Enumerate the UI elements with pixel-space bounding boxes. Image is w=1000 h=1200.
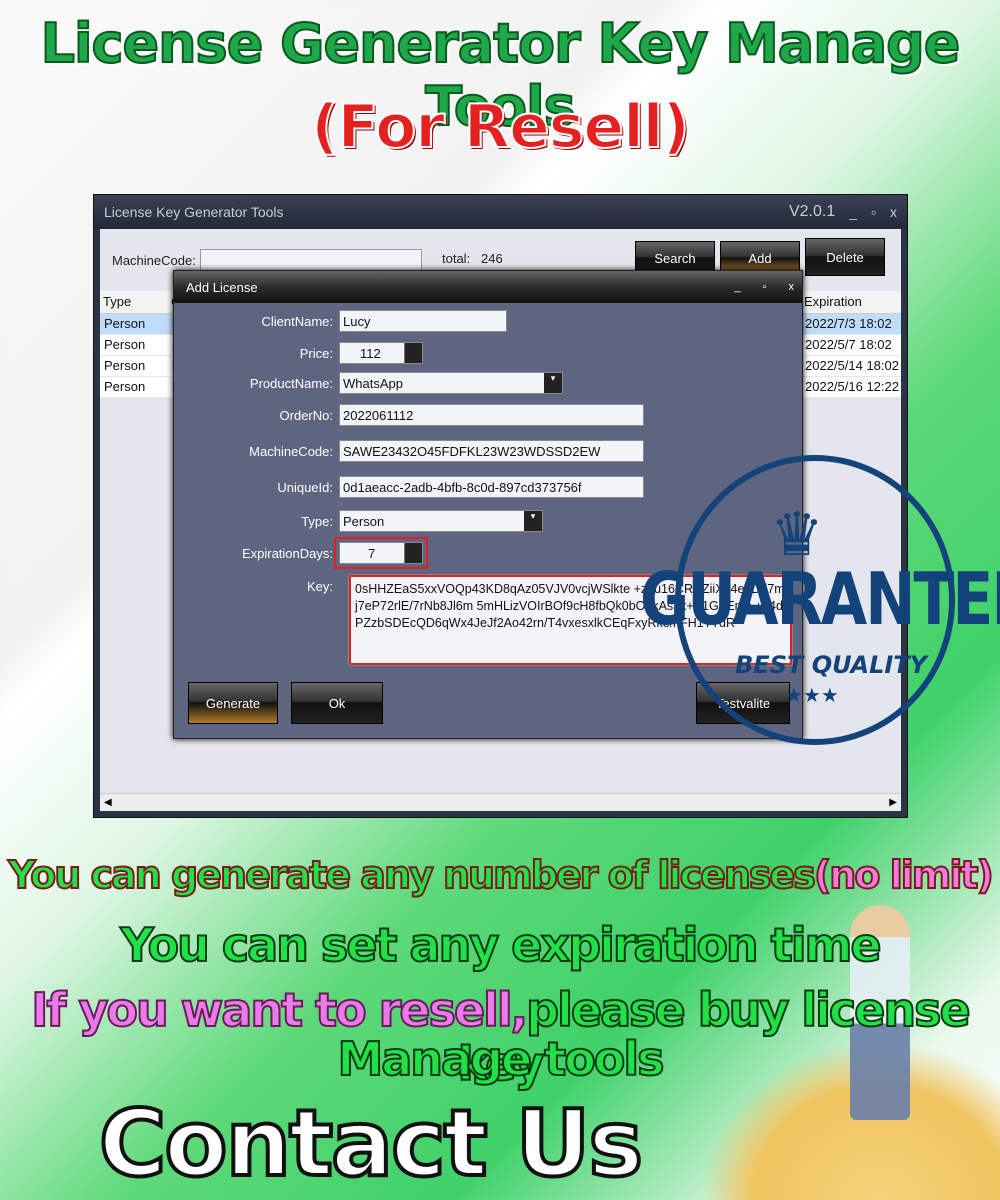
maximize-button[interactable]: ▫ bbox=[871, 204, 876, 220]
type-value: Person bbox=[343, 513, 385, 529]
scroll-left-icon[interactable]: ◀ bbox=[104, 797, 112, 808]
machine-code-label: MachineCode: bbox=[249, 443, 333, 459]
product-name-value: WhatsApp bbox=[343, 375, 403, 391]
key-label: Key: bbox=[306, 579, 333, 594]
guarantee-stamp: ♛ GUARANTEE BEST QUALITY ★★★ bbox=[640, 455, 1000, 745]
dropdown-icon[interactable]: ▾ bbox=[524, 511, 542, 531]
promo-line-1a: You can generate any number of licenses bbox=[7, 852, 817, 898]
delete-button[interactable]: Delete bbox=[805, 238, 885, 276]
cell-expiration: 2022/5/16 12:22 bbox=[801, 376, 901, 398]
dialog-close-button[interactable]: x bbox=[789, 281, 795, 293]
window-titlebar: License Key Generator Tools V2.0.1 _ ▫ x bbox=[94, 195, 907, 229]
dialog-maximize-button[interactable]: ▫ bbox=[763, 281, 767, 293]
order-no-label: OrderNo: bbox=[279, 407, 333, 423]
cell-type: Person bbox=[100, 334, 168, 356]
cell-type: Person bbox=[100, 355, 168, 377]
machine-code-label: MachineCode: bbox=[112, 252, 196, 268]
order-no-input[interactable]: 2022061112 bbox=[339, 404, 644, 426]
cell-type: Person bbox=[100, 376, 168, 398]
close-button[interactable]: x bbox=[890, 204, 897, 220]
type-select[interactable]: Person ▾ bbox=[339, 510, 543, 532]
promo-line-3a: If you want to resell, bbox=[30, 982, 529, 1038]
promo-line-2: You can set any expiration time bbox=[119, 917, 882, 973]
spinner-arrows-icon[interactable] bbox=[404, 543, 422, 563]
cell-type: Person bbox=[100, 313, 168, 335]
dialog-title: Add License bbox=[186, 279, 258, 295]
window-title: License Key Generator Tools bbox=[104, 204, 284, 220]
product-name-select[interactable]: WhatsApp ▾ bbox=[339, 372, 563, 394]
client-name-input[interactable]: Lucy bbox=[339, 310, 507, 332]
total-value: 246 bbox=[481, 251, 503, 266]
dropdown-icon[interactable]: ▾ bbox=[544, 373, 562, 393]
unique-id-input[interactable]: 0d1aeacc-2adb-4bfb-8c0d-897cd373756f bbox=[339, 476, 644, 498]
cell-expiration: 2022/5/7 18:02 bbox=[801, 334, 901, 356]
type-label: Type: bbox=[301, 513, 333, 529]
headline-subtitle: (For Resell) bbox=[310, 91, 691, 163]
price-label: Price: bbox=[299, 345, 333, 361]
promo-line-4: Manage tools bbox=[336, 1031, 665, 1087]
dialog-minimize-button[interactable]: _ bbox=[734, 281, 740, 293]
stamp-sub-text: BEST QUALITY bbox=[735, 651, 928, 679]
expiration-days-label: ExpirationDays: bbox=[241, 545, 333, 561]
expiration-days-value: 7 bbox=[368, 545, 376, 561]
generate-button[interactable]: Generate bbox=[188, 682, 278, 724]
ok-button[interactable]: Ok bbox=[291, 682, 383, 724]
contact-us-text[interactable]: Contact Us bbox=[0, 1088, 870, 1199]
cell-expiration: 2022/7/3 18:02 bbox=[801, 313, 901, 335]
version-label: V2.0.1 bbox=[788, 203, 836, 220]
scroll-right-icon[interactable]: ▶ bbox=[889, 797, 897, 808]
price-value: 112 bbox=[360, 345, 381, 361]
stars-icon: ★★★ bbox=[785, 683, 839, 707]
promo-line-1b: (no limit) bbox=[813, 852, 995, 898]
client-name-label: ClientName: bbox=[261, 313, 333, 329]
unique-id-label: UniqueId: bbox=[277, 479, 333, 495]
machine-code-field[interactable]: SAWE23432O45FDFKL23W23WDSSD2EW bbox=[339, 440, 644, 462]
minimize-button[interactable]: _ bbox=[849, 204, 857, 220]
machine-code-input[interactable] bbox=[199, 249, 422, 271]
column-header-type[interactable]: Type bbox=[100, 291, 168, 314]
product-name-label: ProductName: bbox=[249, 375, 333, 391]
promo-line-1: You can generate any number of licenses(… bbox=[0, 852, 1000, 898]
dialog-titlebar: Add License _ ▫ x bbox=[174, 271, 802, 303]
stamp-main-text: GUARANTEE bbox=[640, 558, 1000, 642]
spinner-arrows-icon[interactable] bbox=[404, 343, 422, 363]
cell-expiration: 2022/5/14 18:02 bbox=[801, 355, 901, 377]
price-stepper[interactable]: 112 bbox=[339, 342, 423, 364]
total-label: total: bbox=[442, 251, 471, 266]
column-header-expiration[interactable]: Expiration bbox=[801, 291, 901, 314]
expiration-days-stepper[interactable]: 7 bbox=[334, 537, 428, 569]
horizontal-scrollbar[interactable]: ◀ ▶ bbox=[100, 793, 901, 811]
